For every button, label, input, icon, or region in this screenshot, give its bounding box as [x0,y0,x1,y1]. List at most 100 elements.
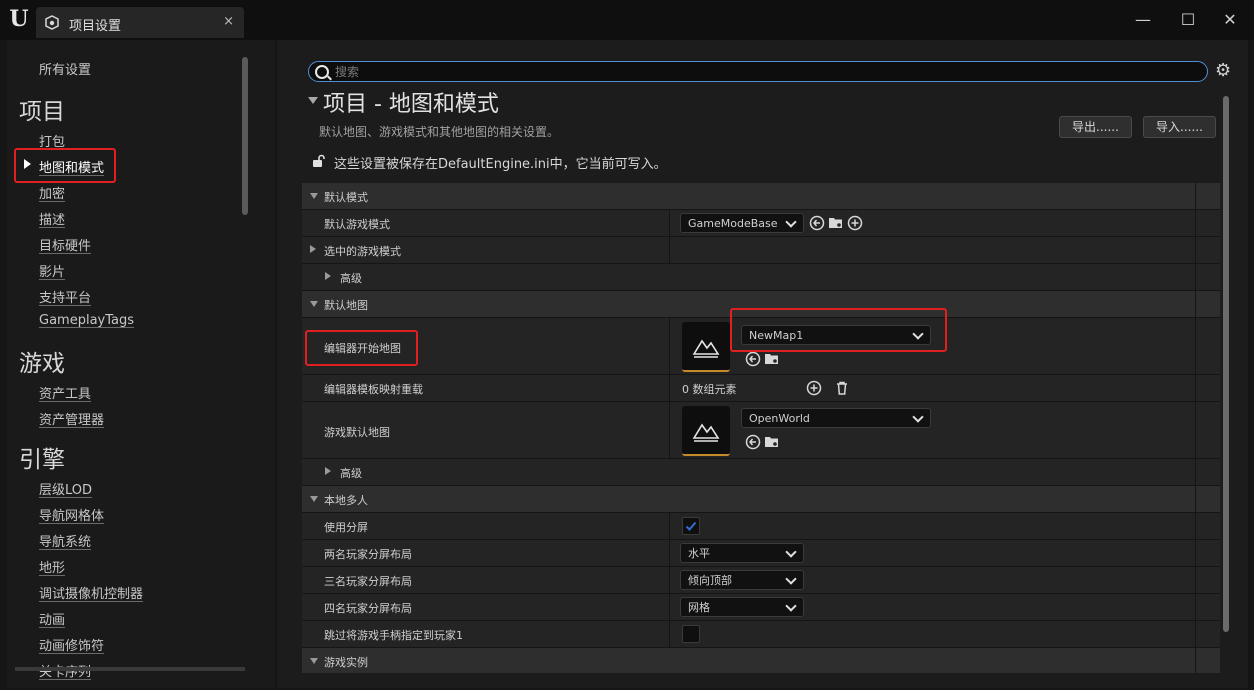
settings-scrollbar[interactable] [1223,96,1229,632]
settings-panel: ⚙ 项目 - 地图和模式 默认地图、游戏模式和其他地图的相关设置。 导出....… [277,40,1248,688]
sidebar-all-settings[interactable]: 所有设置 [39,59,91,78]
section-game-instance[interactable]: 游戏实例 [302,648,1220,673]
close-window-button[interactable]: ✕ [1218,9,1242,31]
two-player-dropdown[interactable]: 水平 [680,543,804,563]
row-editor-template-overrides: 编辑器模板映射重载 0 数组元素 [302,375,1220,402]
tab-close-icon[interactable]: × [223,14,234,29]
sidebar-category-game: 游戏 [19,351,65,377]
section-label: 游戏实例 [324,656,368,669]
row-skip-gamepad: 跳过将游戏手柄指定到玩家1 [302,621,1220,648]
sidebar-item-description[interactable]: 描述 [39,209,65,228]
page-collapse-icon[interactable] [308,97,318,104]
sidebar-item-encryption[interactable]: 加密 [39,183,65,202]
sidebar-item-gameplay-tags[interactable]: GameplayTags [39,313,134,328]
row-three-player-layout: 三名玩家分屏布局 倾向顶部 [302,567,1220,594]
row-default-game-mode: 默认游戏模式 GameModeBase [302,210,1220,237]
checkmark-icon [685,521,697,531]
sidebar-item-target-hardware[interactable]: 目标硬件 [39,235,91,254]
browse-back-icon[interactable] [809,215,825,231]
project-settings-tab[interactable]: 项目设置 × [36,7,244,38]
map-thumbnail[interactable] [682,406,730,456]
chevron-down-icon [785,573,797,585]
sidebar-item-supported-platforms[interactable]: 支持平台 [39,287,91,306]
property-label: 跳过将游戏手柄指定到玩家1 [324,629,463,642]
property-label: 四名玩家分屏布局 [324,602,412,615]
property-label: 游戏默认地图 [324,426,390,439]
browse-back-icon[interactable] [745,351,761,367]
folder-search-icon[interactable] [764,351,780,367]
mountain-icon [692,339,720,358]
expand-arrow-icon [325,272,331,280]
sidebar-fade-bar [15,667,245,671]
unlock-icon [313,154,325,167]
sidebar-item-asset-tools[interactable]: 资产工具 [39,383,91,402]
dropdown-value: 倾向顶部 [688,574,732,587]
dropdown-value: OpenWorld [749,412,810,425]
section-label: 默认地图 [324,299,368,312]
row-default-maps-advanced[interactable]: 高级 [302,459,1220,486]
chevron-down-icon [785,216,797,228]
expand-arrow-icon [310,245,316,253]
mountain-icon [692,423,720,442]
sidebar-item-animation[interactable]: 动画 [39,609,65,628]
sidebar-item-debug-camera[interactable]: 调试摄像机控制器 [39,583,143,602]
section-label: 默认模式 [324,191,368,204]
map-thumbnail[interactable] [682,322,730,372]
property-label: 选中的游戏模式 [324,245,401,258]
search-input[interactable] [335,62,1195,81]
maximize-button[interactable]: ☐ [1176,9,1200,31]
sidebar-item-asset-manager[interactable]: 资产管理器 [39,409,104,428]
browse-back-icon[interactable] [745,434,761,450]
trash-icon[interactable] [834,380,850,396]
export-button[interactable]: 导出...... [1059,116,1132,138]
page-title: 项目 - 地图和模式 [323,92,499,117]
sidebar-item-hlod[interactable]: 层级LOD [39,479,92,498]
highlight-box-sidebar [14,148,116,183]
section-label: 本地多人 [324,494,368,507]
settings-cube-icon [45,15,59,30]
chevron-down-icon [912,411,924,423]
sidebar-item-anim-modifiers[interactable]: 动画修饰符 [39,635,104,654]
add-icon[interactable] [806,380,822,396]
row-game-default-map: 游戏默认地图 OpenWorld [302,402,1220,459]
sidebar-item-navmesh[interactable]: 导航网格体 [39,505,104,524]
row-selected-game-mode[interactable]: 选中的游戏模式 [302,237,1220,264]
three-player-dropdown[interactable]: 倾向顶部 [680,570,804,590]
highlight-box-editor-map-dropdown [730,308,947,352]
row-default-modes-advanced[interactable]: 高级 [302,264,1220,291]
sidebar-item-landscape[interactable]: 地形 [39,557,65,576]
sidebar-scrollbar[interactable] [242,57,248,215]
config-note: 这些设置被保存在DefaultEngine.ini中，它当前可写入。 [334,157,667,172]
game-map-dropdown[interactable]: OpenWorld [741,408,931,428]
gear-icon[interactable]: ⚙ [1215,62,1233,80]
sidebar-category-engine: 引擎 [19,447,65,473]
folder-search-icon[interactable] [828,215,844,231]
collapse-arrow-icon [310,496,318,502]
add-icon[interactable] [847,215,863,231]
four-player-dropdown[interactable]: 网格 [680,597,804,617]
collapse-arrow-icon [310,301,318,307]
settings-table: 默认模式 默认游戏模式 GameModeBase 选中的游戏模式 高级 默认地图… [302,183,1220,673]
highlight-box-editor-map-label [305,330,418,366]
search-box[interactable] [308,61,1208,82]
sidebar-item-movies[interactable]: 影片 [39,261,65,280]
chevron-down-icon [785,546,797,558]
chevron-down-icon [785,600,797,612]
dropdown-value: 网格 [688,601,710,614]
collapse-arrow-icon [310,658,318,664]
section-default-modes[interactable]: 默认模式 [302,183,1220,210]
use-splitscreen-checkbox[interactable] [682,517,700,535]
sidebar-item-nav-system[interactable]: 导航系统 [39,531,91,550]
settings-sidebar: 所有设置 项目 打包 地图和模式 加密 描述 目标硬件 影片 支持平台 Game… [7,40,275,688]
property-label: 使用分屏 [324,521,368,534]
dropdown-value: GameModeBase [688,217,778,230]
search-icon [315,65,329,79]
folder-search-icon[interactable] [764,434,780,450]
section-local-multiplayer[interactable]: 本地多人 [302,486,1220,513]
skip-gamepad-checkbox[interactable] [682,625,700,643]
minimize-button[interactable]: — [1131,9,1155,31]
game-mode-dropdown[interactable]: GameModeBase [680,213,804,233]
import-button[interactable]: 导入...... [1143,116,1216,138]
row-use-splitscreen: 使用分屏 [302,513,1220,540]
advanced-label: 高级 [340,467,362,480]
